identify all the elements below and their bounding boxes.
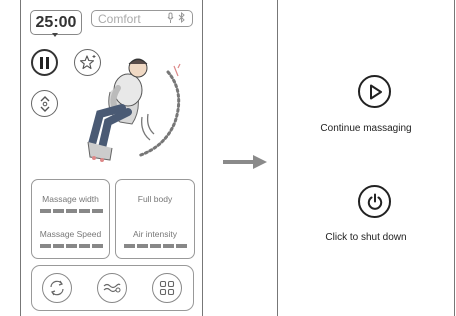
massage-speed-label: Massage Speed [39, 229, 102, 239]
massage-width-label: Massage width [42, 194, 99, 204]
massage-chair-illustration [87, 58, 181, 162]
width-speed-card[interactable]: Massage width Massage Speed [31, 179, 110, 259]
air-intensity-label: Air intensity [133, 229, 177, 239]
mic-bluetooth-icons [167, 11, 185, 24]
air-intensity-level[interactable] [124, 244, 187, 248]
mode-label: Comfort [98, 11, 141, 26]
full-body-label: Full body [137, 194, 173, 204]
transition-arrow-icon [223, 155, 267, 169]
pause-button[interactable] [31, 49, 58, 76]
swap-button[interactable] [42, 273, 72, 303]
timer-display[interactable]: 25:00 [30, 10, 82, 35]
body-air-card[interactable]: Full body Air intensity [115, 179, 195, 259]
shutdown-button[interactable] [358, 185, 391, 218]
bottom-toolbar [31, 265, 194, 311]
continue-label: Continue massaging [320, 123, 412, 134]
grid-icon [159, 280, 175, 296]
continue-button[interactable] [358, 75, 391, 108]
massage-mode-button[interactable] [97, 273, 127, 303]
massage-speed-level[interactable] [40, 244, 103, 248]
play-icon [369, 84, 382, 99]
power-icon [367, 193, 382, 210]
massage-width-level[interactable] [40, 209, 103, 213]
menu-grid-button[interactable] [152, 273, 182, 303]
wave-massage-icon [103, 283, 121, 293]
paused-screen [277, 0, 455, 316]
timer-dropdown-icon[interactable] [52, 33, 58, 37]
pause-icon [40, 56, 43, 69]
shutdown-label: Click to shut down [325, 232, 407, 243]
swap-icon [50, 280, 64, 296]
recline-button[interactable] [31, 90, 58, 117]
recline-icon [40, 95, 49, 112]
mode-selector[interactable]: Comfort [91, 10, 193, 27]
